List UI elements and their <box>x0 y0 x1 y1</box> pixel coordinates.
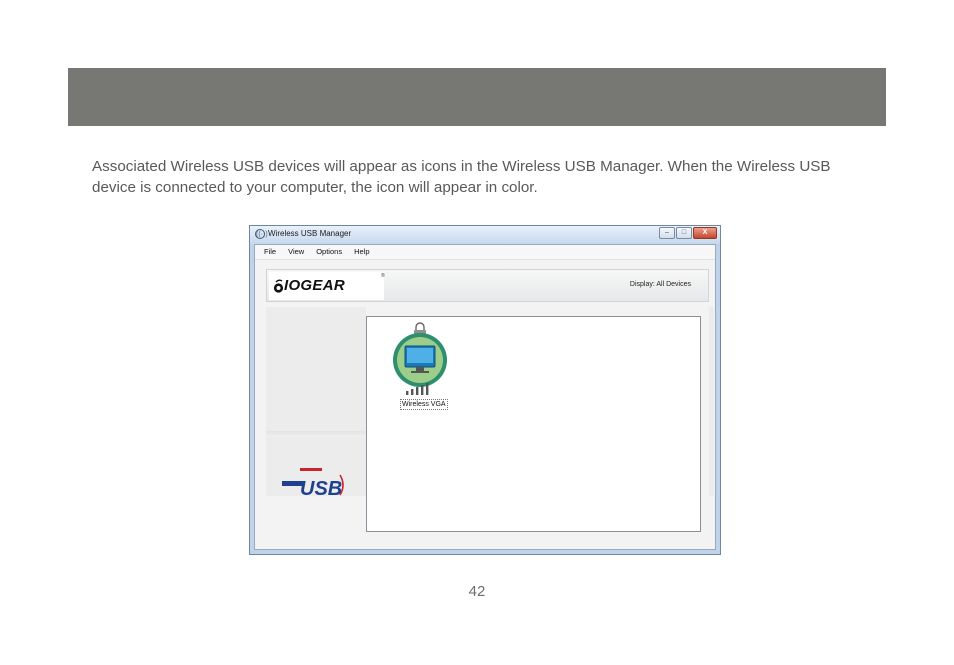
left-panel: USB <box>266 307 366 500</box>
iogear-logo: IOGEAR ® <box>269 272 385 300</box>
window-title: Wireless USB Manager <box>268 229 352 238</box>
menu-options[interactable]: Options <box>316 245 342 259</box>
menu-help[interactable]: Help <box>354 245 369 259</box>
window-controls: – □ X <box>658 227 717 240</box>
menu-view[interactable]: View <box>288 245 304 259</box>
certified-wireless-usb-logo-icon: USB <box>282 468 344 500</box>
menu-file[interactable]: File <box>264 245 276 259</box>
device-label: Wireless VGA <box>400 399 448 410</box>
menu-bar: File View Options Help <box>255 245 715 260</box>
panel-divider <box>266 431 366 437</box>
brand-bar: IOGEAR ® Display: All Devices <box>266 269 709 302</box>
iogear-logo-text: IOGEAR <box>284 277 345 294</box>
intro-paragraph: Associated Wireless USB devices will app… <box>92 158 831 196</box>
title-bar[interactable]: ((·)) Wireless USB Manager – □ X <box>250 226 720 244</box>
usb-logo-text: USB <box>300 478 342 500</box>
page-number: 42 <box>468 583 486 600</box>
iogear-mark-icon <box>273 279 284 293</box>
monitor-icon <box>393 322 447 395</box>
wireless-usb-manager-window: ((·)) Wireless USB Manager – □ X File Vi… <box>249 225 721 555</box>
device-list-area[interactable]: Wireless VGA <box>366 316 701 532</box>
right-panel-strip <box>709 307 714 496</box>
window-client: File View Options Help IOGEAR ® Display:… <box>254 244 716 550</box>
display-filter[interactable]: Display: All Devices <box>630 281 691 288</box>
maximize-button[interactable]: □ <box>676 227 692 239</box>
header-band <box>68 68 886 126</box>
close-button[interactable]: X <box>693 227 717 239</box>
app-icon: ((·)) <box>255 229 268 239</box>
minimize-button[interactable]: – <box>659 227 675 239</box>
device-wireless-vga[interactable]: Wireless VGA <box>392 321 452 411</box>
registered-mark: ® <box>381 273 385 279</box>
